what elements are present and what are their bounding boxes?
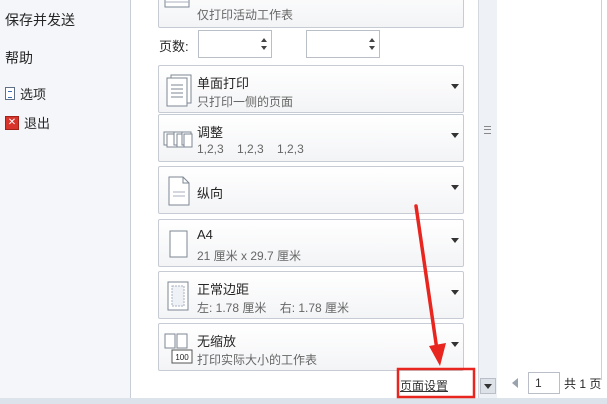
nav-item-exit-label: 退出	[24, 116, 51, 131]
chevron-down-icon	[451, 84, 459, 89]
total-pages-label: 共 1 页	[564, 377, 602, 391]
margins-title: 正常边距	[197, 282, 250, 297]
pages-range-row: 页数: 至	[158, 30, 464, 58]
collate-icon	[163, 131, 193, 148]
backstage-nav: 保存并发送 帮助 选项 ✕ 退出	[0, 0, 131, 404]
scaling-subtitle: 打印实际大小的工作表	[197, 353, 318, 367]
preview-page-edge	[601, 0, 602, 380]
nav-item-exit[interactable]: ✕ 退出	[5, 113, 50, 132]
paper-size-dropdown[interactable]: A4 21 厘米 x 29.7 厘米	[158, 219, 464, 267]
margins-dropdown[interactable]: 正常边距 左: 1.78 厘米 右: 1.78 厘米	[158, 271, 464, 319]
scaling-title: 无缩放	[197, 334, 237, 349]
sides-subtitle: 只打印一侧的页面	[197, 95, 294, 109]
print-what-subtitle: 仅打印活动工作表	[197, 8, 294, 22]
exit-icon: ✕	[5, 115, 19, 130]
print-what-dropdown[interactable]: 仅打印活动工作表	[158, 0, 464, 28]
chevron-down-icon	[451, 238, 459, 243]
spin-up-icon[interactable]	[369, 38, 375, 42]
margins-subtitle: 左: 1.78 厘米 右: 1.78 厘米	[197, 301, 350, 315]
paper-title: A4	[197, 227, 213, 242]
pages-label: 页数:	[159, 39, 189, 54]
splitter-grip-icon[interactable]	[484, 126, 491, 134]
page-setup-link[interactable]: 页面设置	[400, 377, 448, 394]
collate-subtitle: 1,2,3 1,2,3 1,2,3	[197, 142, 304, 156]
sides-title: 单面打印	[197, 76, 250, 91]
options-icon	[5, 87, 15, 100]
worksheet-icon	[164, 0, 190, 8]
chevron-down-icon	[451, 185, 459, 190]
bottom-edge	[0, 398, 607, 404]
sides-dropdown[interactable]: 单面打印 只打印一侧的页面	[158, 65, 464, 113]
nav-item-options[interactable]: 选项	[5, 84, 46, 103]
chevron-down-icon	[451, 133, 459, 138]
single-sided-icon	[166, 74, 192, 107]
orientation-dropdown[interactable]: 纵向	[158, 166, 464, 214]
previous-page-icon[interactable]	[512, 378, 518, 388]
scaling-icon-text: 100	[175, 353, 189, 362]
nav-save-send[interactable]: 保存并发送	[5, 10, 75, 30]
pages-to-input[interactable]	[306, 30, 380, 58]
spin-down-icon[interactable]	[261, 46, 267, 50]
pages-from-input[interactable]	[198, 30, 272, 58]
print-settings-panel: 仅打印活动工作表 页数: 至 单面打印 只打印一侧的页面	[132, 0, 478, 404]
settings-scrollbar[interactable]	[478, 0, 497, 404]
margins-icon	[167, 281, 189, 311]
no-scaling-icon: 100	[164, 333, 193, 364]
chevron-down-icon	[451, 290, 459, 295]
chevron-down-icon	[451, 342, 459, 347]
collate-title: 调整	[197, 125, 224, 140]
print-preview-pane: 1 共 1 页	[497, 0, 607, 404]
spin-down-icon[interactable]	[369, 46, 375, 50]
scaling-dropdown[interactable]: 100 无缩放 打印实际大小的工作表	[158, 323, 464, 371]
nav-help[interactable]: 帮助	[5, 48, 33, 68]
spin-up-icon[interactable]	[261, 38, 267, 42]
orientation-title: 纵向	[197, 186, 224, 201]
paper-icon	[169, 230, 188, 258]
paper-subtitle: 21 厘米 x 29.7 厘米	[197, 249, 302, 263]
page-navigator: 1 共 1 页	[512, 372, 607, 394]
collate-dropdown[interactable]: 调整 1,2,3 1,2,3 1,2,3	[158, 114, 464, 162]
scroll-down-button[interactable]	[480, 378, 496, 394]
current-page-input[interactable]: 1	[528, 372, 560, 394]
portrait-icon	[168, 176, 190, 206]
nav-item-options-label: 选项	[20, 87, 47, 102]
